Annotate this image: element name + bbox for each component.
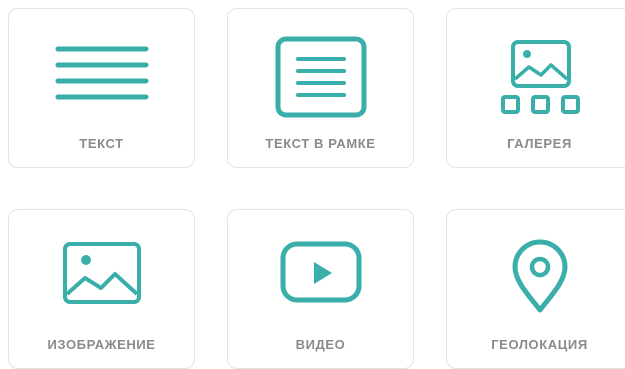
block-tile-gallery[interactable]: ГАЛЕРЕЯ (446, 8, 625, 168)
framed-text-icon (275, 36, 367, 118)
block-label: ТЕКСТ (79, 136, 124, 151)
block-tile-image[interactable]: ИЗОБРАЖЕНИЕ (8, 209, 195, 369)
block-label: ТЕКСТ В РАМКЕ (265, 136, 376, 151)
image-icon (63, 242, 141, 304)
block-tile-text[interactable]: ТЕКСТ (8, 8, 195, 168)
block-label: ГАЛЕРЕЯ (507, 136, 572, 151)
gallery-icon (501, 40, 580, 114)
map-pin-icon (512, 239, 568, 313)
block-label: ВИДЕО (295, 337, 346, 352)
block-label: ИЗОБРАЖЕНИЕ (47, 337, 156, 352)
block-tile-video[interactable]: ВИДЕО (227, 209, 414, 369)
video-play-icon (280, 241, 362, 303)
block-tile-geolocation[interactable]: ГЕОЛОКАЦИЯ (446, 209, 625, 369)
block-tile-framed-text[interactable]: ТЕКСТ В РАМКЕ (227, 8, 414, 168)
text-lines-icon (55, 46, 149, 100)
block-label: ГЕОЛОКАЦИЯ (491, 337, 588, 352)
